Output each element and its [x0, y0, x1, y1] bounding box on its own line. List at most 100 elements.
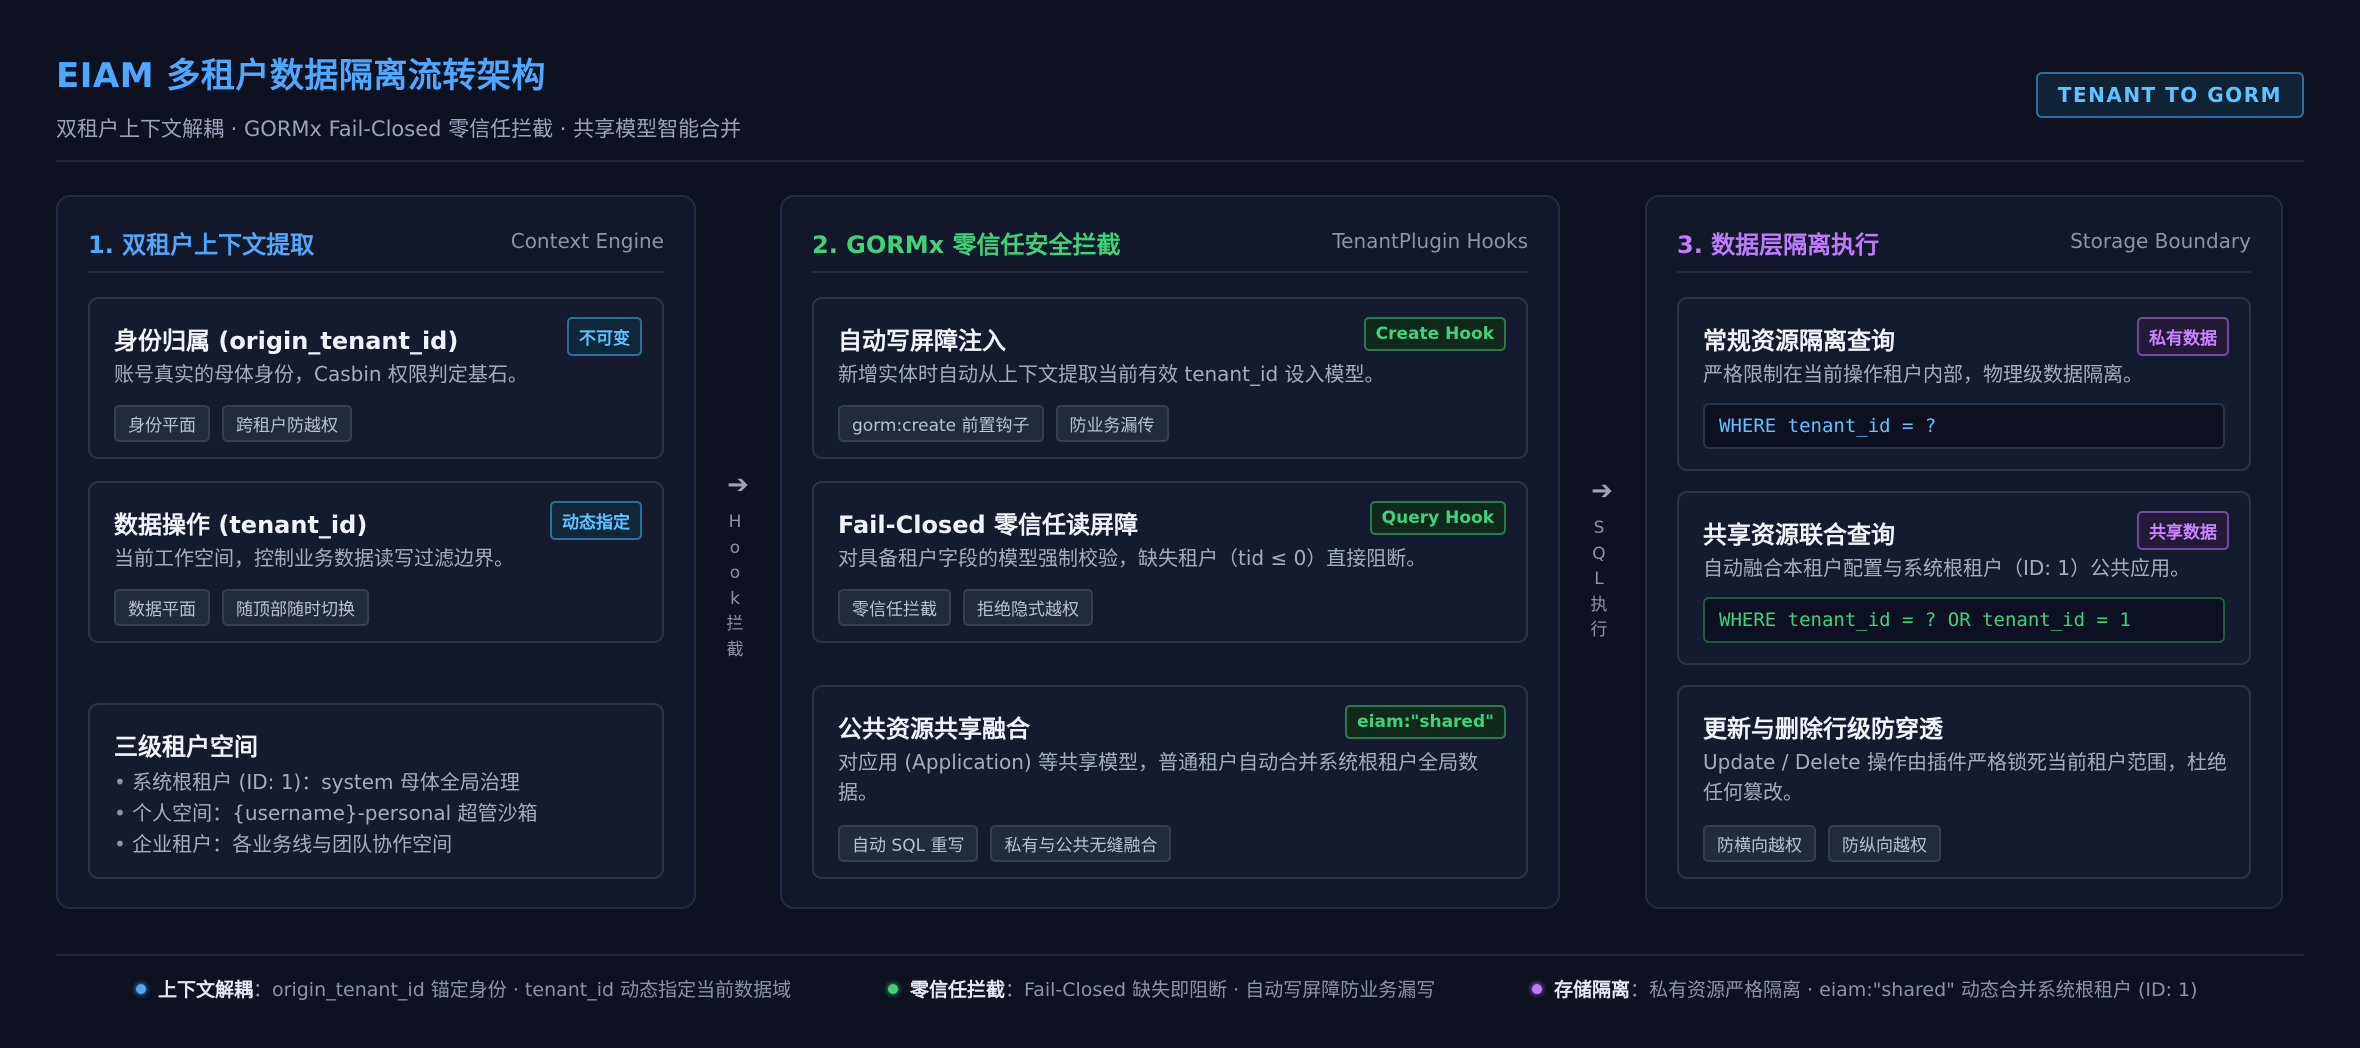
card-tenant-id: 数据操作 (tenant_id) 动态指定 当前工作空间，控制业务数据读写过滤边… — [88, 481, 664, 643]
column-tag: Context Engine — [510, 229, 664, 253]
dot-icon — [1532, 983, 1542, 994]
connector-label: S Q L 执 行 — [1580, 516, 1624, 644]
card-shared-merge: 公共资源共享融合 eiam:"shared" 对应用 (Application)… — [812, 685, 1528, 879]
list-item: 企业租户：各业务线与团队协作空间 — [114, 829, 538, 860]
card-description: 当前工作空间，控制业务数据读写过滤边界。 — [114, 546, 514, 570]
card-description: 账号真实的母体身份，Casbin 权限判定基石。 — [114, 362, 528, 386]
hook-connector: ➔ H o o k 拦 截 — [716, 470, 760, 663]
connector-char: Q — [1592, 543, 1612, 564]
column-context-engine: 1. 双租户上下文提取 Context Engine 身份归属 (origin_… — [56, 195, 696, 909]
connector-char: 执 — [1590, 594, 1614, 615]
tag-list: 防横向越权 防纵向越权 — [1703, 825, 1941, 862]
tag: 防横向越权 — [1703, 825, 1816, 862]
card-title: 三级租户空间 — [114, 733, 258, 761]
tag: 自动 SQL 重写 — [838, 825, 979, 862]
card-description: 严格限制在当前操作租户内部，物理级数据隔离。 — [1703, 362, 2143, 386]
shared-data-badge: 共享数据 — [2137, 511, 2229, 550]
connector-char: 行 — [1590, 620, 1614, 640]
card-origin-tenant: 身份归属 (origin_tenant_id) 不可变 账号真实的母体身份，Ca… — [88, 297, 664, 459]
card-row-level-guard: 更新与删除行级防穿透 Update / Delete 操作由插件严格锁死当前租户… — [1677, 685, 2251, 879]
page-subtitle: 双租户上下文解耦 · GORMx Fail-Closed 零信任拦截 · 共享模… — [56, 117, 742, 141]
card-description: 自动融合本租户配置与系统根租户（ID: 1）公共应用。 — [1703, 556, 2191, 580]
connector-char: L — [1594, 569, 1610, 589]
dot-icon — [136, 983, 146, 994]
tag: 随顶部随时切换 — [222, 589, 369, 626]
column-tag: TenantPlugin Hooks — [1332, 229, 1528, 253]
shared-tag-badge: eiam:"shared" — [1345, 705, 1506, 739]
sql-snippet: WHERE tenant_id = ? OR tenant_id = 1 — [1703, 597, 2225, 643]
column-storage-boundary: 3. 数据层隔离执行 Storage Boundary 常规资源隔离查询 私有数… — [1645, 195, 2283, 909]
column-title: 1. 双租户上下文提取 — [88, 231, 315, 259]
connector-char: H — [728, 512, 748, 532]
create-hook-badge: Create Hook — [1363, 317, 1506, 351]
card-title: Fail-Closed 零信任读屏障 — [838, 511, 1139, 539]
legend-item-storage: 存储隔离 ：私有资源严格隔离 · eiam:"shared" 动态合并系统根租户… — [1532, 975, 2198, 1002]
connector-char: o — [729, 563, 747, 583]
tag: 数据平面 — [114, 589, 210, 626]
tier-list: 系统根租户 (ID: 1)：system 母体全局治理 个人空间：{userna… — [114, 767, 538, 860]
column-title: 3. 数据层隔离执行 — [1677, 231, 1880, 259]
tag: 身份平面 — [114, 405, 210, 442]
card-title: 公共资源共享融合 — [838, 715, 1030, 743]
card-read-barrier: Fail-Closed 零信任读屏障 Query Hook 对具备租户字段的模型… — [812, 481, 1528, 643]
tag-list: gorm:create 前置钩子 防业务漏传 — [838, 405, 1169, 442]
tag-list: 数据平面 随顶部随时切换 — [114, 589, 369, 626]
legend-text: ：origin_tenant_id 锚定身份 · tenant_id 动态指定当… — [253, 979, 792, 1001]
legend-text: ：Fail-Closed 缺失即阻断 · 自动写屏障防业务漏写 — [1005, 979, 1436, 1001]
dynamic-badge: 动态指定 — [550, 501, 642, 540]
dot-icon — [888, 983, 898, 994]
tag: gorm:create 前置钩子 — [838, 405, 1044, 442]
header: EIAM 多租户数据隔离流转架构 双租户上下文解耦 · GORMx Fail-C… — [56, 48, 2304, 143]
card-title: 常规资源隔离查询 — [1703, 327, 1895, 355]
list-item: 个人空间：{username}-personal 超管沙箱 — [114, 798, 537, 829]
tag: 跨租户防越权 — [222, 405, 352, 442]
private-data-badge: 私有数据 — [2137, 317, 2229, 356]
connector-char: 截 — [726, 639, 750, 660]
legend-text: ：私有资源严格隔离 · eiam:"shared" 动态合并系统根租户 (ID:… — [1630, 979, 2198, 1001]
sql-snippet: WHERE tenant_id = ? — [1703, 403, 2225, 449]
connector-char: 拦 — [726, 614, 750, 634]
sql-connector: ➔ S Q L 执 行 — [1580, 476, 1624, 644]
card-title: 数据操作 (tenant_id) — [114, 511, 368, 539]
column-tag: Storage Boundary — [2070, 229, 2251, 253]
column-title: 2. GORMx 零信任安全拦截 — [812, 231, 1121, 259]
card-private-query: 常规资源隔离查询 私有数据 严格限制在当前操作租户内部，物理级数据隔离。 WHE… — [1677, 297, 2251, 471]
tag: 防业务漏传 — [1055, 405, 1169, 442]
tag-list: 身份平面 跨租户防越权 — [114, 405, 352, 442]
legend-label: 上下文解耦 — [158, 979, 254, 1001]
tag: 防纵向越权 — [1828, 825, 1941, 862]
legend-label: 存储隔离 — [1554, 979, 1631, 1001]
card-title: 共享资源联合查询 — [1703, 521, 1895, 549]
column-header: 1. 双租户上下文提取 Context Engine — [88, 225, 664, 273]
header-divider — [56, 160, 2304, 162]
page-title: EIAM 多租户数据隔离流转架构 — [56, 56, 546, 96]
arrow-right-icon: ➔ — [1591, 476, 1613, 506]
tag: 拒绝隐式越权 — [963, 589, 1093, 626]
column-header: 3. 数据层隔离执行 Storage Boundary — [1677, 225, 2251, 273]
card-description: Update / Delete 操作由插件严格锁死当前租户范围，杜绝任何篡改。 — [1703, 750, 2227, 804]
connector-char: k — [730, 588, 746, 609]
connector-label: H o o k 拦 截 — [716, 510, 760, 663]
immutable-badge: 不可变 — [567, 317, 642, 356]
legend-item-context: 上下文解耦 ：origin_tenant_id 锚定身份 · tenant_id… — [136, 975, 791, 1002]
tag: 私有与公共无缝融合 — [990, 825, 1172, 862]
tag-list: 自动 SQL 重写 私有与公共无缝融合 — [838, 825, 1172, 862]
tenant-to-gorm-badge: TENANT TO GORM — [2035, 72, 2304, 118]
card-title: 自动写屏障注入 — [838, 327, 1006, 355]
footer-divider — [56, 954, 2304, 956]
tag: 零信任拦截 — [838, 589, 951, 626]
list-item: 系统根租户 (ID: 1)：system 母体全局治理 — [114, 767, 538, 798]
column-tenant-plugin-hooks: 2. GORMx 零信任安全拦截 TenantPlugin Hooks 自动写屏… — [780, 195, 1560, 909]
arrow-right-icon: ➔ — [727, 470, 749, 500]
query-hook-badge: Query Hook — [1369, 501, 1506, 535]
tag-list: 零信任拦截 拒绝隐式越权 — [838, 589, 1093, 626]
connector-char: o — [729, 537, 747, 558]
card-description: 对具备租户字段的模型强制校验，缺失租户（tid ≤ 0）直接阻断。 — [838, 546, 1427, 570]
legend-item-zero-trust: 零信任拦截 ：Fail-Closed 缺失即阻断 · 自动写屏障防业务漏写 — [888, 975, 1435, 1002]
legend-label: 零信任拦截 — [910, 979, 1006, 1001]
card-write-barrier: 自动写屏障注入 Create Hook 新增实体时自动从上下文提取当前有效 te… — [812, 297, 1528, 459]
card-tenant-tiers: 三级租户空间 系统根租户 (ID: 1)：system 母体全局治理 个人空间：… — [88, 703, 664, 879]
card-description: 对应用 (Application) 等共享模型，普通租户自动合并系统根租户全局数… — [838, 750, 1479, 804]
card-shared-query: 共享资源联合查询 共享数据 自动融合本租户配置与系统根租户（ID: 1）公共应用… — [1677, 491, 2251, 665]
card-title: 身份归属 (origin_tenant_id) — [114, 327, 459, 355]
